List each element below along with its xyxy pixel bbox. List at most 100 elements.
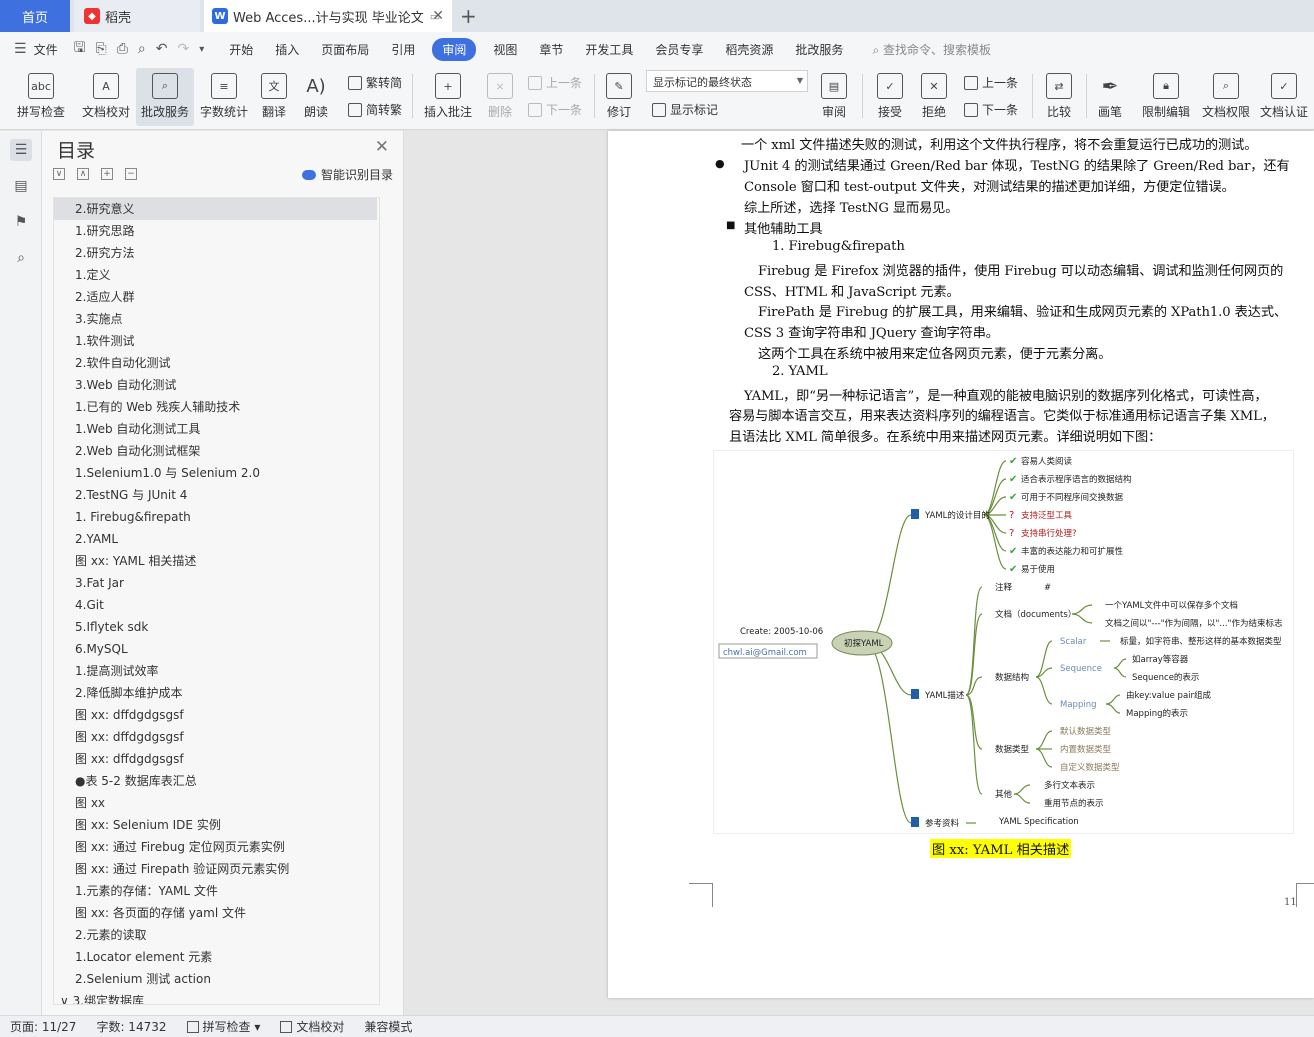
word-count-button[interactable]: ≡ 字数统计: [196, 68, 252, 126]
outline-item[interactable]: 2.TestNG 与 JUnit 4: [54, 484, 379, 506]
spell-check-status[interactable]: 拼写检查 ▾: [177, 1018, 271, 1035]
compare-button[interactable]: ⇄ 比较: [1038, 68, 1080, 126]
outline-item[interactable]: 1.研究思路: [54, 220, 379, 242]
word-count-indicator[interactable]: 字数: 14732: [86, 1018, 176, 1035]
outline-item[interactable]: 1. Firebug&firepath: [54, 506, 379, 528]
expand-level-icon[interactable]: ∧: [77, 168, 89, 180]
collapse-all-icon[interactable]: −: [125, 168, 137, 180]
outline-item[interactable]: 2.研究意义: [54, 198, 377, 220]
outline-item[interactable]: 1.Selenium1.0 与 Selenium 2.0: [54, 462, 379, 484]
yaml-mindmap-figure[interactable]: Create: 2005-10-06 chwl.ai@Gmail.com 初探Y…: [713, 450, 1294, 834]
outline-item[interactable]: 1.Web 自动化测试工具: [54, 418, 379, 440]
outline-item[interactable]: 3.Fat Jar: [54, 572, 379, 594]
menu-daoke-resources[interactable]: 稻壳资源: [714, 41, 784, 58]
outline-item[interactable]: 图 xx: 通过 Firebug 定位网页元素实例: [54, 836, 379, 858]
doc-proof-status[interactable]: 文档校对: [270, 1018, 354, 1035]
close-tab-icon[interactable]: ✕: [432, 8, 444, 24]
outline-item[interactable]: 1.提高测试效率: [54, 660, 379, 682]
outline-item[interactable]: 6.MySQL: [54, 638, 379, 660]
outline-item[interactable]: 2.YAML: [54, 528, 379, 550]
outline-item[interactable]: 5.Iflytek sdk: [54, 616, 379, 638]
quick-access-caret-icon[interactable]: ▾: [194, 44, 218, 55]
command-search[interactable]: ⌕ 查找命令、搜索模板: [854, 41, 991, 58]
outline-item[interactable]: 1.定义: [54, 264, 379, 286]
outline-item[interactable]: 图 xx: 各页面的存储 yaml 文件: [54, 902, 379, 924]
outline-item[interactable]: 2.Selenium 测试 action: [54, 968, 379, 990]
print-preview-icon[interactable]: ⌕: [133, 41, 151, 57]
outline-item[interactable]: 图 xx: dffdgdgsgsf: [54, 704, 379, 726]
outline-item[interactable]: 3.Web 自动化测试: [54, 374, 379, 396]
outline-item[interactable]: 1.元素的存储：YAML 文件: [54, 880, 379, 902]
accept-button[interactable]: ✓ 接受: [870, 68, 910, 126]
outline-item[interactable]: 2.适应人群: [54, 286, 379, 308]
simplified-to-traditional-button[interactable]: 简转繁: [348, 101, 402, 118]
save-icon[interactable]: 🖫: [69, 37, 91, 61]
bookmark-icon[interactable]: ⚑: [10, 211, 32, 233]
translate-button[interactable]: 文翻译: [254, 68, 294, 126]
print-icon[interactable]: ⎙: [112, 41, 133, 57]
outline-item[interactable]: 图 xx: YAML 相关描述: [54, 550, 379, 572]
toc-icon[interactable]: ☰: [10, 139, 32, 161]
delete-comment-button[interactable]: × 删除: [480, 68, 520, 126]
menu-chapter[interactable]: 章节: [528, 41, 574, 58]
pen-button[interactable]: ✒ 画笔: [1092, 68, 1128, 126]
menu-member[interactable]: 会员专享: [644, 41, 714, 58]
read-aloud-button[interactable]: A) 朗读: [298, 68, 334, 126]
outline-item[interactable]: 图 xx: 通过 Firepath 验证网页元素实例: [54, 858, 379, 880]
prev-comment-button[interactable]: 上一条: [528, 74, 582, 91]
outline-item-collapsible[interactable]: ∨ 3.绑定数据库: [54, 990, 379, 1004]
outline-item[interactable]: 1.已有的 Web 残疾人辅助技术: [54, 396, 379, 418]
menu-review-service[interactable]: 批改服务: [784, 41, 854, 58]
outline-item[interactable]: 1.软件测试: [54, 330, 379, 352]
outline-item[interactable]: 2.降低脚本维护成本: [54, 682, 379, 704]
hamburger-icon[interactable]: ☰: [0, 41, 32, 57]
tab-daoke[interactable]: ◆ 稻壳: [74, 0, 200, 32]
insert-comment-button[interactable]: + 插入批注: [420, 68, 476, 126]
menu-references[interactable]: 引用: [380, 41, 426, 58]
review-pane-button[interactable]: ▤ 审阅: [814, 68, 854, 126]
track-changes-button[interactable]: ✎ 修订: [600, 68, 638, 126]
search-icon[interactable]: ⌕: [10, 247, 32, 269]
redo-icon[interactable]: ↷: [173, 41, 195, 57]
menu-start[interactable]: 开始: [218, 41, 264, 58]
close-icon[interactable]: ✕: [375, 137, 389, 157]
outline-item[interactable]: 图 xx: [54, 792, 379, 814]
menu-insert[interactable]: 插入: [264, 41, 310, 58]
new-tab-button[interactable]: +: [460, 4, 477, 28]
outline-item[interactable]: 2.元素的读取: [54, 924, 379, 946]
navigation-pane-icon[interactable]: ▤: [10, 175, 32, 197]
outline-item[interactable]: 图 xx: dffdgdgsgsf: [54, 726, 379, 748]
outline-item[interactable]: 2.研究方法: [54, 242, 379, 264]
collapse-level-icon[interactable]: ∨: [53, 168, 65, 180]
show-markup-button[interactable]: 显示标记: [652, 101, 718, 118]
menu-review[interactable]: 审阅: [432, 37, 477, 61]
spell-check-button[interactable]: abc 拼写检查: [8, 68, 74, 126]
outline-item[interactable]: ●表 5-2 数据库表汇总: [54, 770, 379, 792]
export-pdf-icon[interactable]: ⎘: [91, 41, 112, 57]
reject-button[interactable]: ✕ 拒绝: [914, 68, 954, 126]
menu-view[interactable]: 视图: [482, 41, 528, 58]
doc-cert-button[interactable]: ✓ 文档认证: [1256, 68, 1312, 126]
outline-item[interactable]: 2.软件自动化测试: [54, 352, 379, 374]
outline-item[interactable]: 3.实施点: [54, 308, 379, 330]
expand-all-icon[interactable]: +: [101, 168, 113, 180]
smart-toc-button[interactable]: 智能识别目录: [301, 166, 393, 183]
doc-permission-button[interactable]: ⌕ 文档权限: [1198, 68, 1254, 126]
outline-item[interactable]: 2.Web 自动化测试框架: [54, 440, 379, 462]
prev-change-button[interactable]: 上一条: [964, 74, 1018, 91]
menu-developer[interactable]: 开发工具: [574, 41, 644, 58]
review-service-button[interactable]: ⌕ 批改服务: [136, 68, 194, 126]
outline-item[interactable]: 图 xx: dffdgdgsgsf: [54, 748, 379, 770]
markup-state-select[interactable]: 显示标记的最终状态 ▼: [646, 70, 808, 92]
outline-item[interactable]: 图 xx: Selenium IDE 实例: [54, 814, 379, 836]
next-comment-button[interactable]: 下一条: [528, 101, 582, 118]
doc-proof-button[interactable]: A 文档校对: [78, 68, 134, 126]
page-indicator[interactable]: 页面: 11/27: [0, 1018, 86, 1035]
undo-icon[interactable]: ↶: [151, 41, 173, 57]
menu-page-layout[interactable]: 页面布局: [310, 41, 380, 58]
menu-file[interactable]: 文件: [32, 41, 69, 58]
traditional-to-simplified-button[interactable]: 繁转简: [348, 74, 402, 91]
tab-document[interactable]: W Web Acces...计与实现 毕业论文 ▭ ✕: [204, 0, 452, 32]
outline-item[interactable]: 4.Git: [54, 594, 379, 616]
next-change-button[interactable]: 下一条: [964, 101, 1018, 118]
